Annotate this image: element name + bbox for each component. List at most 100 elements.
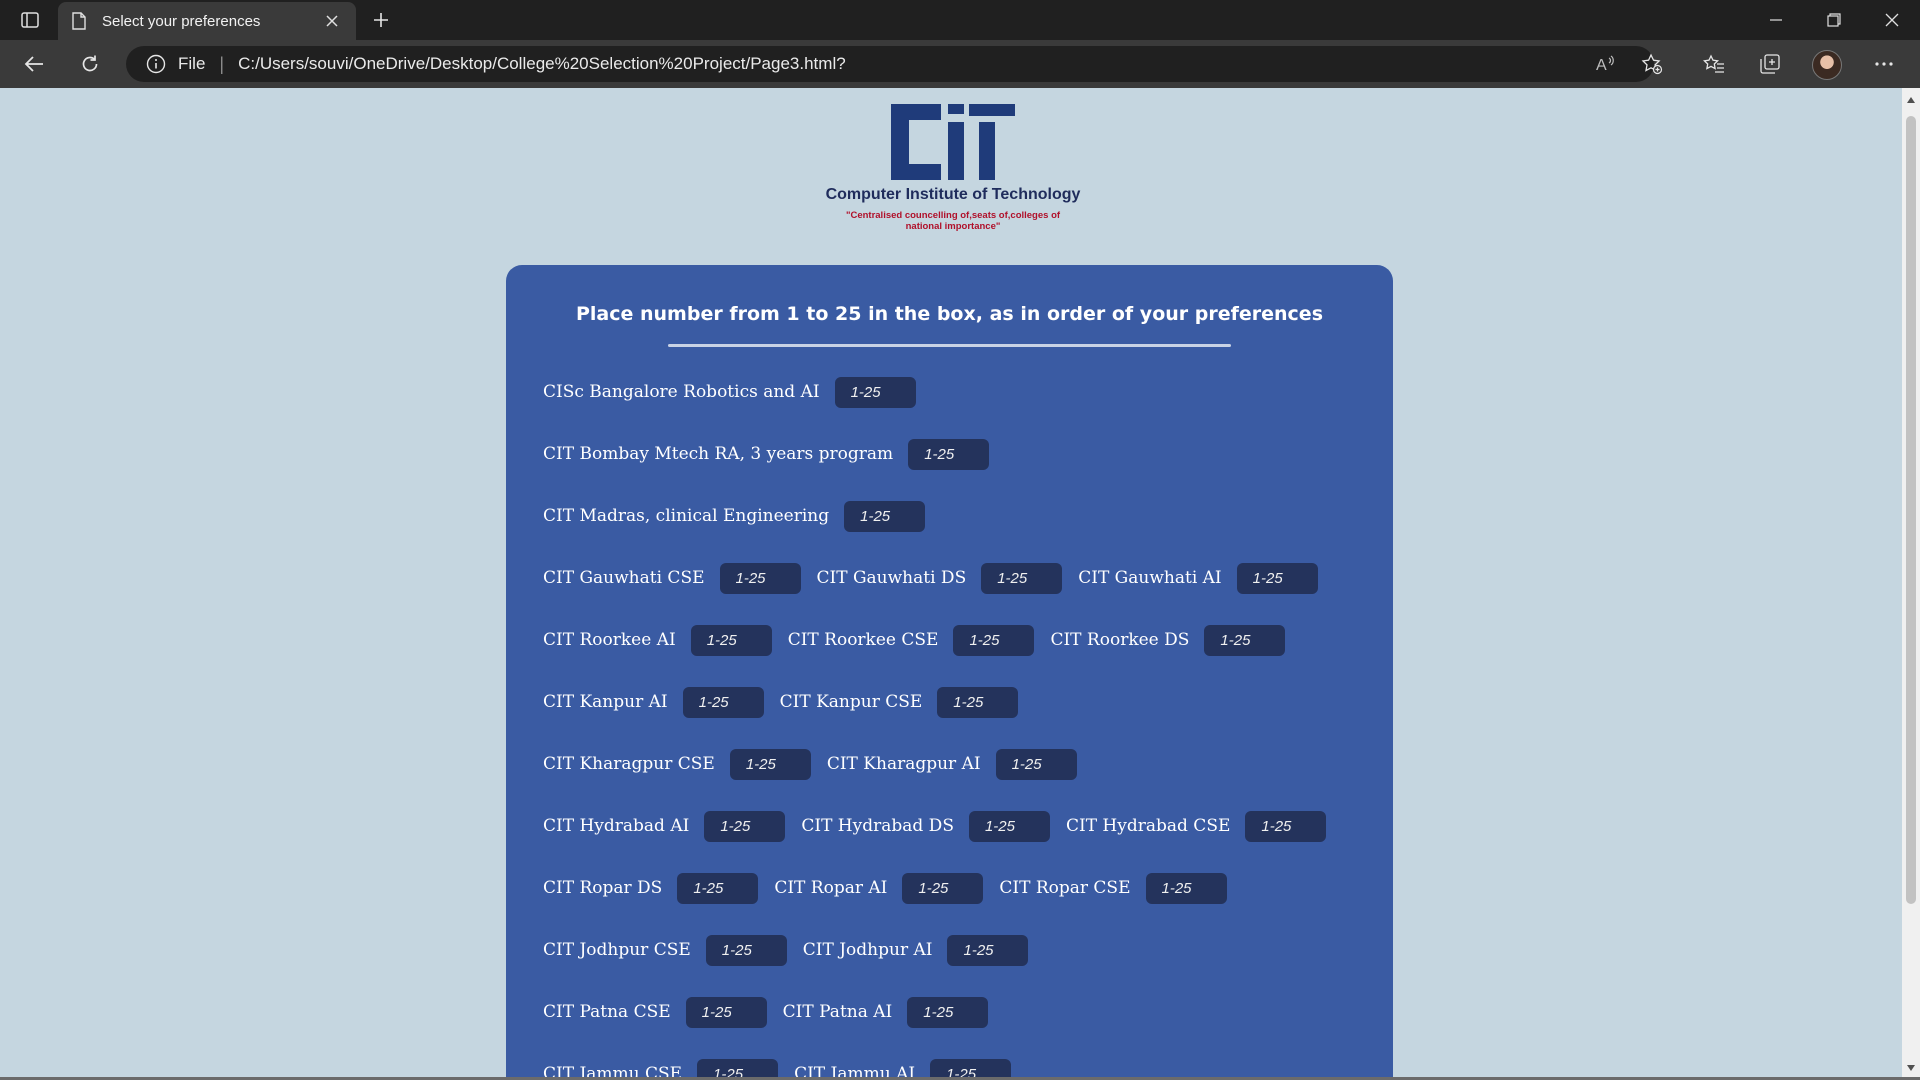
preference-row: CIT Ropar DS CIT Ropar AI CIT Ropar CSE <box>543 857 1373 919</box>
preference-item: CIT Jodhpur AI <box>802 934 1029 966</box>
college-label: CIT Kanpur AI <box>543 692 668 712</box>
preference-row: CIT Bombay Mtech RA, 3 years program <box>543 423 1373 485</box>
more-dots-icon[interactable] <box>1866 48 1902 80</box>
preference-item: CIT Ropar DS <box>543 872 759 904</box>
preference-rank-input[interactable] <box>937 686 1019 718</box>
preference-rank-input[interactable] <box>953 624 1035 656</box>
college-label: CIT Hydrabad AI <box>543 816 690 836</box>
preference-rank-input[interactable] <box>995 748 1077 780</box>
preference-rank-input[interactable] <box>902 872 984 904</box>
card-title: Place number from 1 to 25 in the box, as… <box>575 303 1324 325</box>
college-label: CIT Gauwhati DS <box>816 568 967 588</box>
preference-rank-input[interactable] <box>1145 872 1227 904</box>
preference-item: CIT Ropar AI <box>774 872 984 904</box>
cit-logo-mark <box>891 104 1015 180</box>
scrollbar-thumb[interactable] <box>1906 116 1916 904</box>
preference-item: CIT Gauwhati AI <box>1078 562 1318 594</box>
college-label: CIT Ropar CSE <box>999 878 1131 898</box>
college-label: CIT Jodhpur AI <box>802 940 933 960</box>
preference-rank-input[interactable] <box>704 810 786 842</box>
college-label: CIT Bombay Mtech RA, 3 years program <box>543 444 894 464</box>
preference-item: CIT Kanpur AI <box>543 686 764 718</box>
preference-row: CIT Hydrabad AI CIT Hydrabad DS CIT Hydrab… <box>543 795 1373 857</box>
minimize-icon[interactable] <box>1748 0 1804 40</box>
preference-rank-input[interactable] <box>690 624 772 656</box>
restore-icon[interactable] <box>1806 0 1862 40</box>
preference-rank-input[interactable] <box>981 562 1063 594</box>
info-icon[interactable] <box>146 54 166 74</box>
college-label: CIT Gauwhati AI <box>1078 568 1222 588</box>
preference-rank-input[interactable] <box>947 934 1029 966</box>
preference-row: CIT Patna CSE CIT Patna AI <box>543 981 1373 1043</box>
close-icon[interactable] <box>320 9 344 33</box>
preference-rank-input[interactable] <box>677 872 759 904</box>
active-tab[interactable]: Select your preferences <box>58 2 356 40</box>
preference-rank-input[interactable] <box>682 686 764 718</box>
preference-item: CIT Roorkee DS <box>1050 624 1286 656</box>
preference-item: CIT Kharagpur AI <box>826 748 1077 780</box>
preference-item: CIT Jodhpur CSE <box>543 934 787 966</box>
preference-item: CIT Hydrabad DS <box>801 810 1050 842</box>
college-label: CIT Gauwhati CSE <box>543 568 705 588</box>
preference-rank-input[interactable] <box>1236 562 1318 594</box>
window-close-icon[interactable] <box>1864 0 1920 40</box>
preference-row: CIT Kharagpur CSE CIT Kharagpur AI <box>543 733 1373 795</box>
tab-actions-icon[interactable] <box>12 6 48 34</box>
vertical-scrollbar[interactable] <box>1902 88 1920 1080</box>
college-label: CIT Roorkee DS <box>1050 630 1190 650</box>
preference-item: CIT Roorkee AI <box>543 624 772 656</box>
preference-rank-input[interactable] <box>1204 624 1286 656</box>
preference-rows: CISc Bangalore Robotics and AI CIT Bombay… <box>543 361 1373 1080</box>
preference-item: CIT Madras, clinical Engineering <box>543 500 926 532</box>
college-label: CIT Patna AI <box>782 1002 893 1022</box>
college-label: CIT Kharagpur AI <box>826 754 981 774</box>
preference-rank-input[interactable] <box>908 438 990 470</box>
preference-item: CIT Patna CSE <box>543 996 767 1028</box>
preference-item: CIT Roorkee CSE <box>787 624 1035 656</box>
college-label: CIT Roorkee CSE <box>787 630 939 650</box>
preference-rank-input[interactable] <box>907 996 989 1028</box>
address-separator: | <box>219 53 225 74</box>
browser-toolbar: File | C:/Users/souvi/OneDrive/Desktop/C… <box>0 40 1920 88</box>
college-label: CIT Patna CSE <box>543 1002 671 1022</box>
collections-icon[interactable] <box>1752 48 1788 80</box>
address-bar[interactable]: File | C:/Users/souvi/OneDrive/Desktop/C… <box>126 46 1654 82</box>
preference-rank-input[interactable] <box>968 810 1050 842</box>
college-label: CIT Hydrabad CSE <box>1065 816 1231 836</box>
preference-row: CIT Jammu CSECIT Jammu AI <box>543 1043 1373 1080</box>
star-plus-icon[interactable] <box>1636 48 1668 80</box>
preference-rank-input[interactable] <box>844 500 926 532</box>
refresh-icon[interactable] <box>72 48 108 80</box>
plus-icon[interactable] <box>366 6 396 34</box>
preference-rank-input[interactable] <box>705 934 787 966</box>
scroll-down-arrow-icon[interactable] <box>1902 1060 1920 1076</box>
title-underline <box>668 344 1231 347</box>
preference-item: CIT Bombay Mtech RA, 3 years program <box>543 438 990 470</box>
cit-logo: Computer Institute of Technology "Centra… <box>820 104 1086 244</box>
preference-rank-input[interactable] <box>685 996 767 1028</box>
college-label: CIT Hydrabad DS <box>801 816 954 836</box>
back-arrow-icon[interactable] <box>16 48 52 80</box>
preference-item: CIT Gauwhati DS <box>816 562 1063 594</box>
preference-rank-input[interactable] <box>729 748 811 780</box>
preference-row: CIT Kanpur AI CIT Kanpur CSE <box>543 671 1373 733</box>
preference-item: CIT Hydrabad AI <box>543 810 786 842</box>
college-label: CIT Kharagpur CSE <box>543 754 715 774</box>
page-icon <box>72 12 86 30</box>
preference-rank-input[interactable] <box>719 562 801 594</box>
college-label: CIT Madras, clinical Engineering <box>543 506 830 526</box>
preference-row: CIT Roorkee AI CIT Roorkee CSE CIT Roorkee… <box>543 609 1373 671</box>
read-aloud-icon[interactable]: A <box>1590 48 1622 80</box>
preferences-card: Place number from 1 to 25 in the box, as… <box>506 265 1393 1080</box>
college-label: CIT Ropar AI <box>774 878 888 898</box>
preference-rank-input[interactable] <box>1245 810 1327 842</box>
favorites-icon[interactable] <box>1696 48 1732 80</box>
preference-rank-input[interactable] <box>834 376 916 408</box>
scroll-up-arrow-icon[interactable] <box>1902 92 1920 108</box>
institute-tagline: "Centralised councelling of,seats of,col… <box>845 210 1061 232</box>
preference-item: CIT Kharagpur CSE <box>543 748 811 780</box>
tab-title: Select your preferences <box>102 12 261 30</box>
address-scheme: File <box>178 54 206 73</box>
address-url[interactable]: C:/Users/souvi/OneDrive/Desktop/College%… <box>238 54 846 74</box>
profile-avatar[interactable] <box>1812 50 1842 80</box>
